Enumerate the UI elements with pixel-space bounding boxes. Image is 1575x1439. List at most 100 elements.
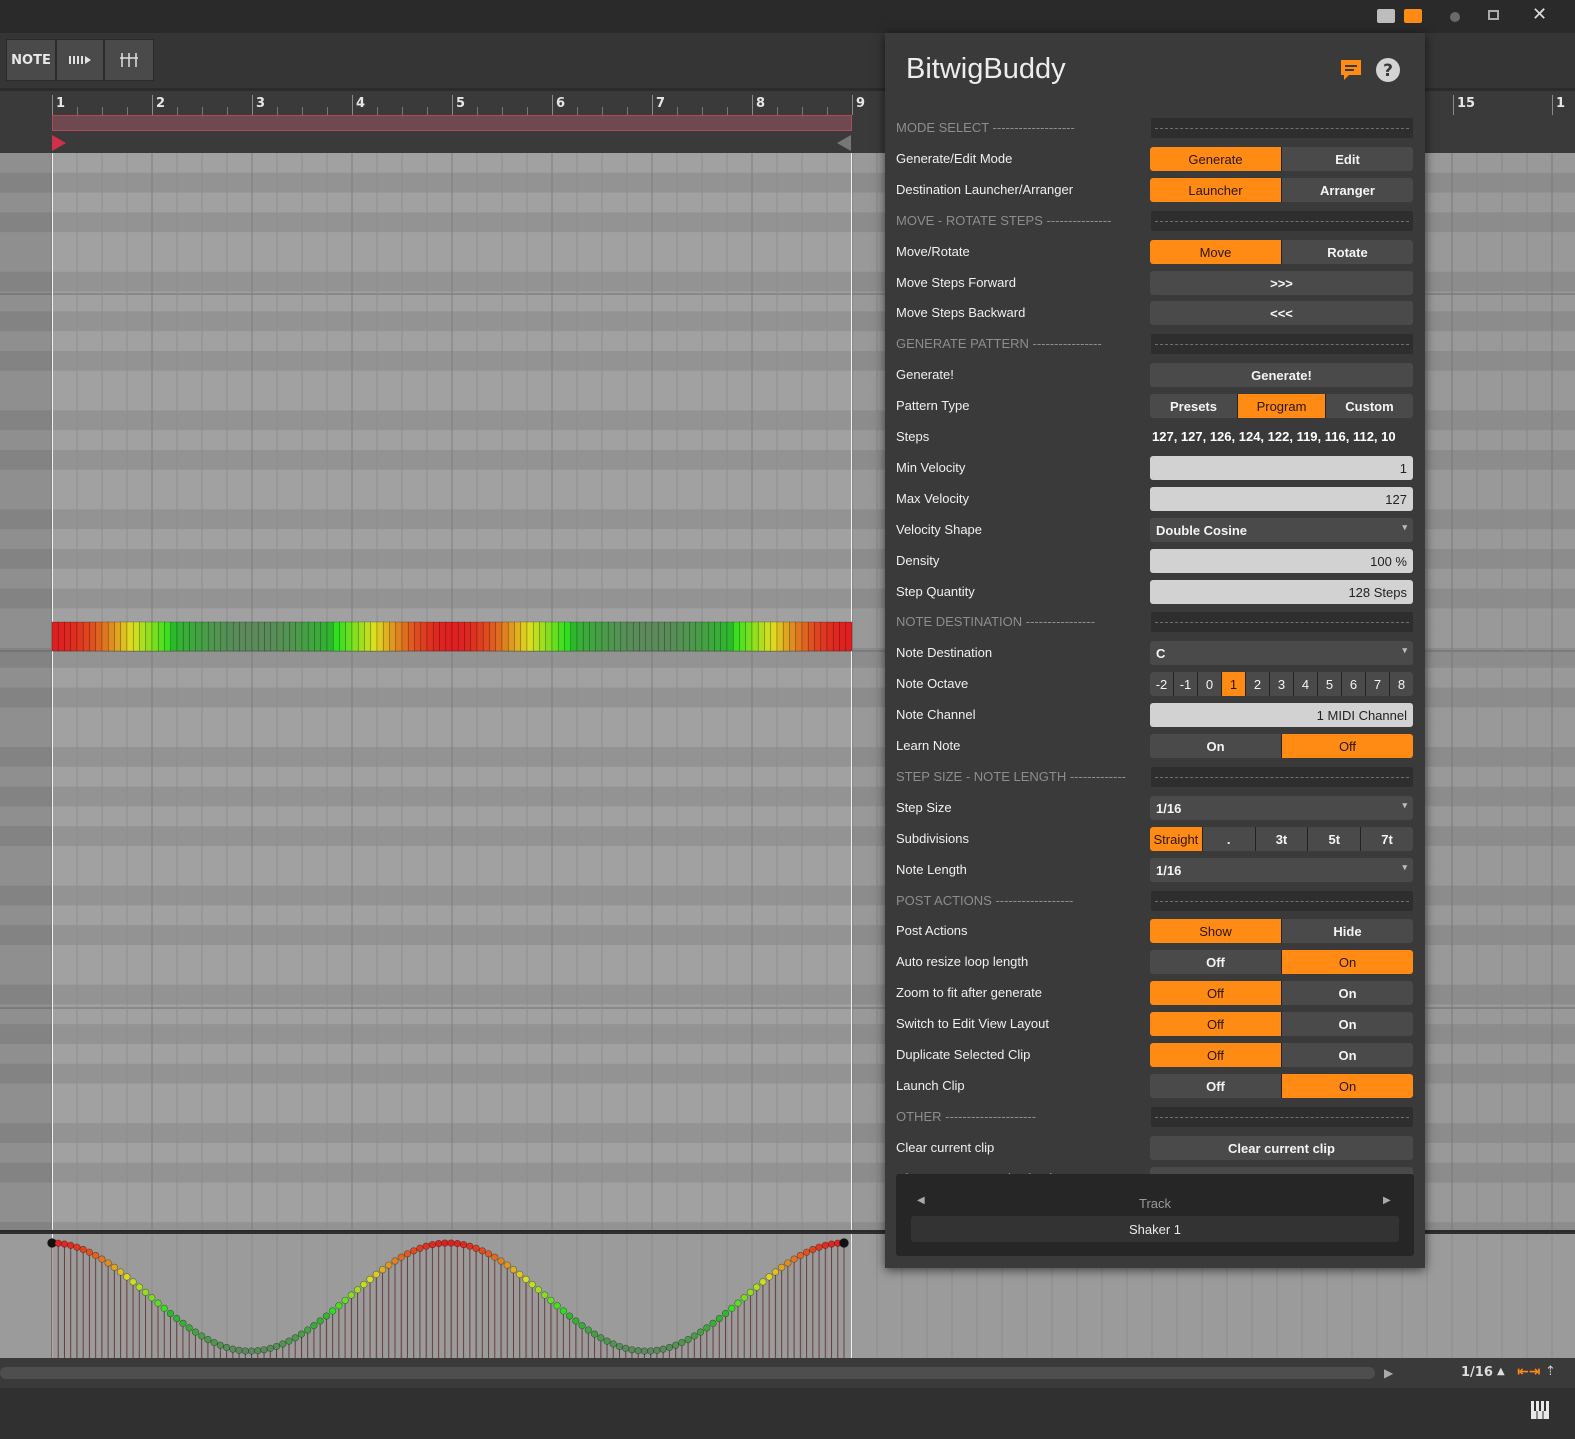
note-block[interactable]	[839, 621, 847, 652]
note-block[interactable]	[232, 621, 240, 652]
note-block[interactable]	[370, 621, 378, 652]
velocity-handle[interactable]	[85, 1248, 94, 1256]
note-block[interactable]	[445, 621, 453, 652]
note-block[interactable]	[414, 621, 422, 652]
note-block[interactable]	[551, 621, 559, 652]
note-block[interactable]	[395, 621, 403, 652]
velocity-handle[interactable]	[135, 1283, 143, 1291]
note-block[interactable]	[745, 621, 753, 652]
zoom-to-fit-after-generate-option-on[interactable]: On	[1282, 981, 1413, 1005]
note-block[interactable]	[420, 621, 428, 652]
note-block[interactable]	[332, 621, 340, 652]
note-octave-option-6[interactable]: 6	[1342, 672, 1365, 696]
move-steps-backward-button[interactable]: <<<	[1150, 301, 1413, 325]
velocity-handle[interactable]	[216, 1341, 224, 1349]
velocity-handle[interactable]	[622, 1344, 630, 1352]
note-block[interactable]	[476, 621, 484, 652]
velocity-handle[interactable]	[441, 1239, 449, 1247]
velocity-handle[interactable]	[204, 1335, 212, 1344]
note-block[interactable]	[601, 621, 609, 652]
note-block[interactable]	[407, 621, 415, 652]
note-block[interactable]	[120, 621, 128, 652]
note-block[interactable]	[720, 621, 728, 652]
note-block[interactable]	[257, 621, 265, 652]
note-octave-option-5[interactable]: 5	[1318, 672, 1341, 696]
grid-resolution-value[interactable]: 1/16	[1461, 1365, 1493, 1380]
velocity-handle[interactable]	[459, 1241, 468, 1249]
note-block[interactable]	[339, 621, 347, 652]
velocity-handle[interactable]	[759, 1278, 767, 1286]
note-block[interactable]	[182, 621, 190, 652]
note-block[interactable]	[770, 621, 778, 652]
note-block[interactable]	[295, 621, 303, 652]
note-block[interactable]	[820, 621, 828, 652]
note-block[interactable]	[570, 621, 578, 652]
note-block[interactable]	[439, 621, 447, 652]
note-octave-option-0[interactable]: 0	[1198, 672, 1221, 696]
note-block[interactable]	[195, 621, 203, 652]
note-block[interactable]	[526, 621, 534, 652]
velocity-handle[interactable]	[235, 1346, 243, 1354]
velocity-handle[interactable]	[116, 1268, 125, 1276]
close-icon[interactable]: ✕	[1532, 4, 1547, 25]
note-block[interactable]	[357, 621, 365, 652]
note-octave-option-2[interactable]: 2	[1246, 672, 1269, 696]
note-block[interactable]	[726, 621, 734, 652]
note-block[interactable]	[501, 621, 509, 652]
max-velocity-field[interactable]: 127	[1150, 487, 1413, 511]
velocity-handle[interactable]	[491, 1253, 499, 1261]
velocity-handle[interactable]	[397, 1253, 405, 1261]
note-block[interactable]	[389, 621, 397, 652]
note-block[interactable]	[826, 621, 834, 652]
note-block[interactable]	[70, 621, 78, 652]
velocity-handle[interactable]	[279, 1340, 287, 1348]
note-block[interactable]	[682, 621, 690, 652]
velocity-handle[interactable]	[809, 1245, 817, 1254]
clear-current-clip-button[interactable]: Clear current clip	[1150, 1136, 1413, 1160]
note-block[interactable]	[507, 621, 515, 652]
velocity-handle[interactable]	[478, 1247, 486, 1255]
velocity-handle[interactable]	[603, 1337, 611, 1345]
velocity-handle[interactable]	[67, 1241, 75, 1249]
density-field[interactable]: 100 %	[1150, 549, 1413, 573]
velocity-handle[interactable]	[310, 1322, 318, 1330]
velocity-handle[interactable]	[503, 1261, 511, 1269]
note-block[interactable]	[782, 621, 790, 652]
loop-region-bar[interactable]	[52, 115, 852, 131]
learn-note-option-off[interactable]: Off	[1282, 734, 1413, 758]
velocity-handle[interactable]	[191, 1328, 200, 1336]
velocity-handle[interactable]	[541, 1291, 549, 1299]
velocity-handle[interactable]	[410, 1247, 418, 1255]
velocity-handle[interactable]	[796, 1251, 804, 1260]
note-destination-dropdown[interactable]: C ▾	[1150, 641, 1413, 665]
velocity-handle[interactable]	[378, 1266, 387, 1274]
note-block[interactable]	[632, 621, 640, 652]
note-block[interactable]	[345, 621, 353, 652]
velocity-handle[interactable]	[547, 1296, 555, 1305]
velocity-handle[interactable]	[578, 1322, 586, 1330]
velocity-handle[interactable]	[740, 1294, 748, 1302]
play-arrow-icon[interactable]: ▶	[1384, 1366, 1393, 1380]
note-block[interactable]	[251, 621, 259, 652]
loop-end-marker[interactable]	[837, 135, 851, 151]
velocity-handle[interactable]	[391, 1257, 399, 1265]
adaptive-grid-icon[interactable]: ⇡	[1545, 1364, 1556, 1379]
velocity-handle[interactable]	[179, 1319, 187, 1327]
velocity-handle[interactable]	[771, 1268, 780, 1276]
velocity-handle[interactable]	[260, 1346, 268, 1354]
switch-to-edit-view-layout-option-on[interactable]: On	[1282, 1012, 1413, 1036]
note-octave-option-1[interactable]: 1	[1222, 672, 1245, 696]
note-block[interactable]	[757, 621, 765, 652]
note-block[interactable]	[801, 621, 809, 652]
duplicate-selected-clip-option-on[interactable]: On	[1282, 1043, 1413, 1067]
launch-clip-option-on[interactable]: On	[1282, 1074, 1413, 1098]
note-channel-field[interactable]: 1 MIDI Channel	[1150, 703, 1413, 727]
velocity-handle[interactable]	[572, 1317, 580, 1325]
velocity-handle[interactable]	[316, 1317, 324, 1325]
note-octave-option-3[interactable]: 3	[1270, 672, 1293, 696]
note-block[interactable]	[695, 621, 703, 652]
velocity-handle[interactable]	[647, 1347, 655, 1355]
velocity-handle[interactable]	[778, 1263, 786, 1271]
note-block[interactable]	[101, 621, 109, 652]
velocity-handle[interactable]	[609, 1340, 617, 1348]
